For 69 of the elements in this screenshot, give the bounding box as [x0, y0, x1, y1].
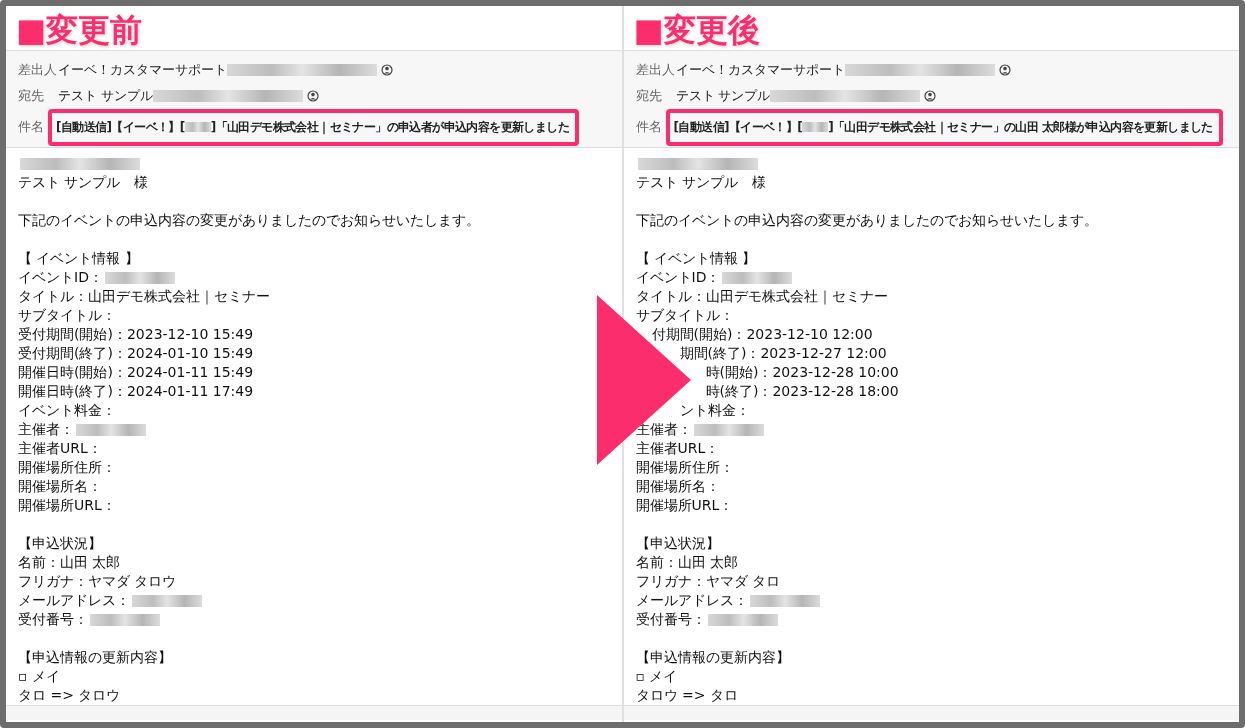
- body-text: 開催場所URL：: [635, 497, 734, 514]
- body-text: 開催場所住所：: [635, 459, 734, 476]
- body-text: ▫ メイ: [18, 668, 60, 685]
- field-label: 件名: [635, 118, 663, 136]
- body-text: 【申込状況】: [18, 535, 102, 552]
- body-text: フリガナ：ヤマダ タロウ: [18, 573, 177, 590]
- body-text: ▫ メイ: [635, 668, 678, 685]
- body-text: 下記のイベントの申込内容の変更がありましたのでお知らせいたします。: [635, 212, 1098, 229]
- body-text: タロウ => タロ: [635, 687, 738, 704]
- body-text: 名前：山田 太郎: [635, 554, 738, 571]
- contact-icon[interactable]: [924, 90, 937, 103]
- field-label: 差出人: [635, 61, 676, 79]
- body-text: 受付番号：: [18, 611, 88, 628]
- blurred-redaction: [802, 122, 829, 133]
- body-text: イベント料金：: [18, 402, 116, 419]
- body-text: 受付期間(開始)：2023-12-10 15:49: [18, 326, 254, 343]
- body-text: 受付番号：: [635, 611, 706, 628]
- body-text: 開催日時(終了)：2024-01-11 17:49: [18, 383, 254, 400]
- subject-text: ]「山田デモ株式会社｜セミナー」の山田 太郎様が申込内容を更新しました: [828, 118, 1213, 136]
- body-text: メールアドレス：: [18, 592, 130, 609]
- subject-text: ]「山田デモ株式会社｜セミナー」の申込者が申込内容を更新しました: [210, 118, 569, 136]
- body-text: 受付期間(終了)：2024-01-10 15:49: [18, 345, 254, 362]
- body-text: 開催場所名：: [18, 478, 102, 495]
- body-text: 開催日時(開始)：2024-01-11 15:49: [18, 364, 254, 381]
- body-text: 付期間(開始)：2023-12-10 12:00: [650, 326, 873, 343]
- body-text: 【申込情報の更新内容】: [635, 649, 790, 666]
- recipient-name: テスト サンプル: [675, 87, 771, 105]
- field-label: 件名: [18, 118, 45, 136]
- body-text: 【申込情報の更新内容】: [18, 649, 172, 666]
- sender-name: イーベ！カスタマーサポート: [675, 61, 845, 79]
- contact-icon[interactable]: [307, 90, 319, 103]
- body-text: タイトル：山田デモ株式会社｜セミナー: [18, 288, 270, 305]
- contact-icon[interactable]: [998, 64, 1011, 77]
- section-heading: ■変更前: [16, 10, 143, 51]
- recipient-name: テスト サンプル: [58, 87, 153, 105]
- body-text: 開催場所名：: [635, 478, 720, 495]
- section-heading: ■変更後: [633, 10, 760, 51]
- body-text: 期間(終了)：2023-12-27 12:00: [678, 345, 887, 362]
- body-text: サブタイトル：: [18, 307, 116, 324]
- sender-name: イーベ！カスタマーサポート: [58, 61, 227, 79]
- blurred-redaction: [184, 122, 211, 133]
- body-text: 主催者URL：: [18, 440, 102, 457]
- body-text: 【申込状況】: [635, 535, 720, 552]
- body-text: メールアドレス：: [635, 592, 748, 609]
- body-text: 時(開始)：2023-12-28 10:00: [704, 364, 899, 381]
- body-text: イベントID：: [635, 269, 721, 286]
- body-text: 主催者URL：: [635, 440, 720, 457]
- field-label: 差出人: [18, 61, 58, 79]
- body-text: テスト サンプル 様: [635, 174, 766, 191]
- body-text: 名前：山田 太郎: [18, 554, 121, 571]
- body-text: 時(終了)：2023-12-28 18:00: [704, 383, 899, 400]
- body-text: テスト サンプル 様: [18, 174, 149, 191]
- body-text: 下記のイベントの申込内容の変更がありましたのでお知らせいたします。: [18, 212, 480, 229]
- body-text: 開催場所住所：: [18, 459, 116, 476]
- contact-icon[interactable]: [381, 64, 393, 77]
- body-text: サブタイトル：: [635, 307, 734, 324]
- subject-text: [自動送信]【イーベ！】[: [673, 118, 803, 136]
- body-text: イベントID：: [18, 269, 103, 286]
- body-text: タロ => タロウ: [18, 687, 121, 704]
- body-text: 主催者：: [18, 421, 74, 438]
- body-text: フリガナ：ヤマダ タロ: [635, 573, 780, 590]
- body-text: ント料金：: [678, 402, 750, 419]
- body-text: 開催場所URL：: [18, 497, 116, 514]
- body-text: 【 イベント情報 】: [635, 250, 757, 267]
- subject-text: [自動送信]【イーベ！】[: [56, 118, 185, 136]
- body-text: タイトル：山田デモ株式会社｜セミナー: [635, 288, 888, 305]
- field-label: 宛先: [635, 87, 663, 105]
- body-text: 【 イベント情報 】: [18, 250, 139, 267]
- field-label: 宛先: [18, 87, 45, 105]
